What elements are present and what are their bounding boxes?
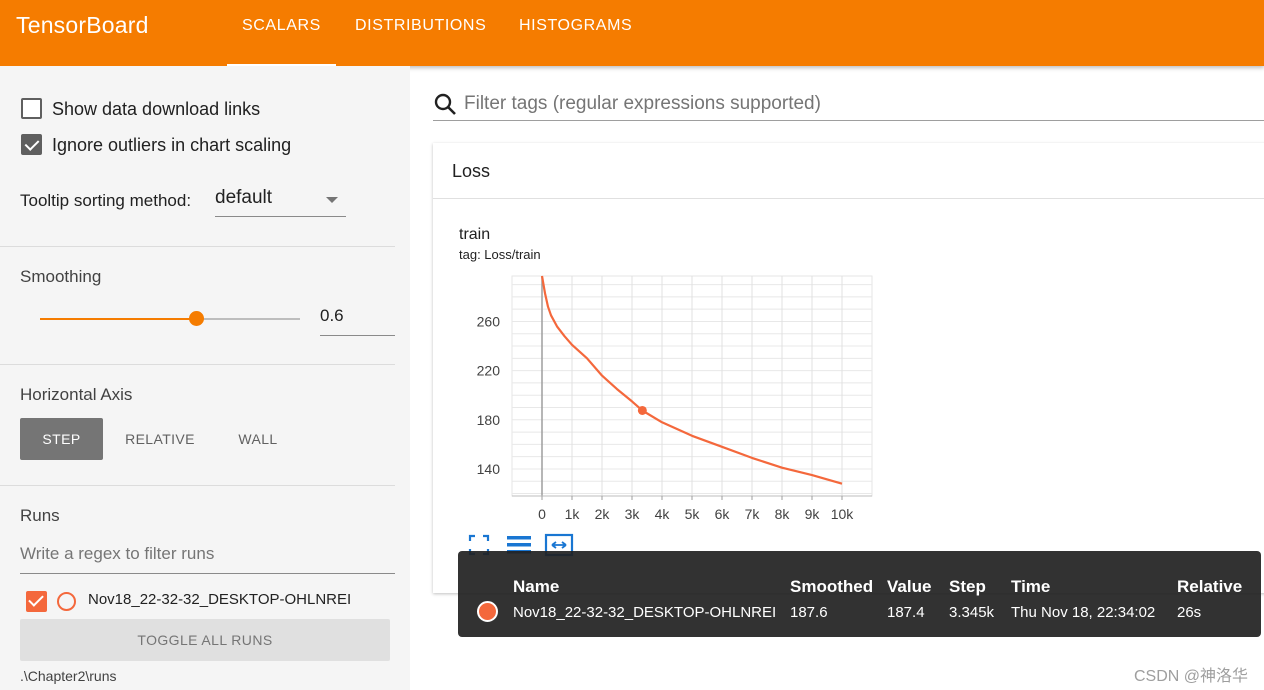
- logdir-path: .\Chapter2\runs: [20, 668, 117, 684]
- chart-title: train: [459, 226, 491, 243]
- axis-step-button[interactable]: STEP: [20, 418, 103, 460]
- runs-title: Runs: [20, 506, 60, 525]
- watermark: CSDN @神洛华: [1133, 668, 1248, 685]
- tooltip-header-value: Value: [887, 577, 932, 596]
- x-tick-label: 6k: [715, 506, 731, 522]
- x-tick-label: 0: [538, 506, 546, 522]
- smoothing-title: Smoothing: [20, 267, 102, 286]
- tooltip-relative: 26s: [1177, 604, 1202, 621]
- tab-histograms[interactable]: HISTOGRAMS: [519, 17, 632, 35]
- tooltip-run-dot: [477, 601, 498, 622]
- loss-card-header[interactable]: Loss: [433, 143, 1264, 199]
- axis-wall-button[interactable]: WALL: [222, 418, 294, 460]
- y-tick-label: 260: [477, 313, 501, 329]
- tag-filter[interactable]: Filter tags (regular expressions support…: [433, 88, 1264, 121]
- x-tick-label: 1k: [565, 506, 581, 522]
- y-tick-label: 220: [477, 363, 501, 379]
- loss-chart[interactable]: 0 1k 2k 3k 4k 5k 6k 7k 8k 9k 10k 140 180 220 260: [433, 263, 893, 533]
- y-tick-label: 140: [477, 461, 501, 477]
- x-tick-label: 8k: [775, 506, 791, 522]
- show-download-links-checkbox[interactable]: [21, 98, 42, 119]
- tooltip-smoothed: 187.6: [790, 604, 828, 621]
- tooltip-sorting-value: default: [215, 187, 273, 208]
- y-tick-label: 180: [477, 412, 501, 428]
- smoothing-slider-fill: [40, 318, 196, 320]
- smoothing-slider[interactable]: [40, 311, 300, 326]
- tab-distributions[interactable]: DISTRIBUTIONS: [355, 17, 486, 35]
- tooltip-header-smoothed: Smoothed: [790, 577, 874, 596]
- tooltip-header-name: Name: [513, 577, 560, 596]
- x-tick-label: 5k: [685, 506, 701, 522]
- axis-relative-button[interactable]: RELATIVE: [114, 418, 206, 460]
- card-title: Loss: [452, 161, 491, 181]
- hover-point: [637, 405, 647, 415]
- tooltip-value: 187.4: [887, 604, 925, 621]
- horizontal-axis-title: Horizontal Axis: [20, 385, 133, 404]
- smoothing-slider-knob[interactable]: [189, 311, 204, 326]
- tab-scalars[interactable]: SCALARS: [227, 17, 336, 66]
- tooltip-sorting-label: Tooltip sorting method:: [20, 191, 192, 210]
- x-tick-label: 2k: [595, 506, 611, 522]
- divider: [0, 364, 395, 365]
- run-name: Nov18_22-32-32_DESKTOP-OHLNREI: [88, 591, 352, 608]
- divider: [0, 485, 395, 486]
- search-icon: [434, 93, 456, 115]
- run-checkbox[interactable]: [26, 591, 47, 612]
- x-tick-label: 10k: [831, 506, 855, 522]
- tooltip-header-time: Time: [1011, 577, 1051, 596]
- chart-tag: tag: Loss/train: [459, 247, 541, 262]
- x-tick-label: 9k: [805, 506, 821, 522]
- show-download-links-label: Show data download links: [52, 99, 261, 119]
- ignore-outliers-checkbox[interactable]: [21, 134, 42, 155]
- x-tick-label: 4k: [655, 506, 671, 522]
- tag-filter-input[interactable]: Filter tags (regular expressions support…: [464, 93, 821, 115]
- smoothing-input[interactable]: 0.6: [320, 306, 395, 336]
- tooltip-time: Thu Nov 18, 22:34:02: [1011, 604, 1156, 621]
- tooltip-run-name: Nov18_22-32-32_DESKTOP-OHLNREI: [513, 604, 777, 621]
- divider: [0, 246, 395, 247]
- tooltip-step: 3.345k: [949, 604, 995, 621]
- x-tick-label: 7k: [745, 506, 761, 522]
- toggle-all-runs-button[interactable]: TOGGLE ALL RUNS: [20, 619, 390, 661]
- tooltip-sorting-select[interactable]: default: [215, 187, 346, 217]
- top-app-bar: TensorBoard SCALARS DISTRIBUTIONS HISTOG…: [0, 0, 1264, 66]
- tooltip-header-step: Step: [949, 577, 986, 596]
- runs-filter-input[interactable]: Write a regex to filter runs: [20, 544, 395, 574]
- loss-card: Loss train tag: Loss/train 0 1k 2k 3k 4k 5k 6k…: [433, 143, 1264, 593]
- chart-tooltip: Name Smoothed Value Step Time Relative N…: [458, 551, 1261, 637]
- x-tick-label: 3k: [625, 506, 641, 522]
- ignore-outliers-label: Ignore outliers in chart scaling: [52, 135, 292, 155]
- run-color-dot[interactable]: [57, 592, 76, 611]
- tooltip-header-relative: Relative: [1177, 577, 1243, 596]
- app-title: TensorBoard: [16, 12, 149, 38]
- chevron-down-icon: [326, 197, 338, 203]
- sidebar: Show data download links Ignore outliers…: [0, 66, 410, 690]
